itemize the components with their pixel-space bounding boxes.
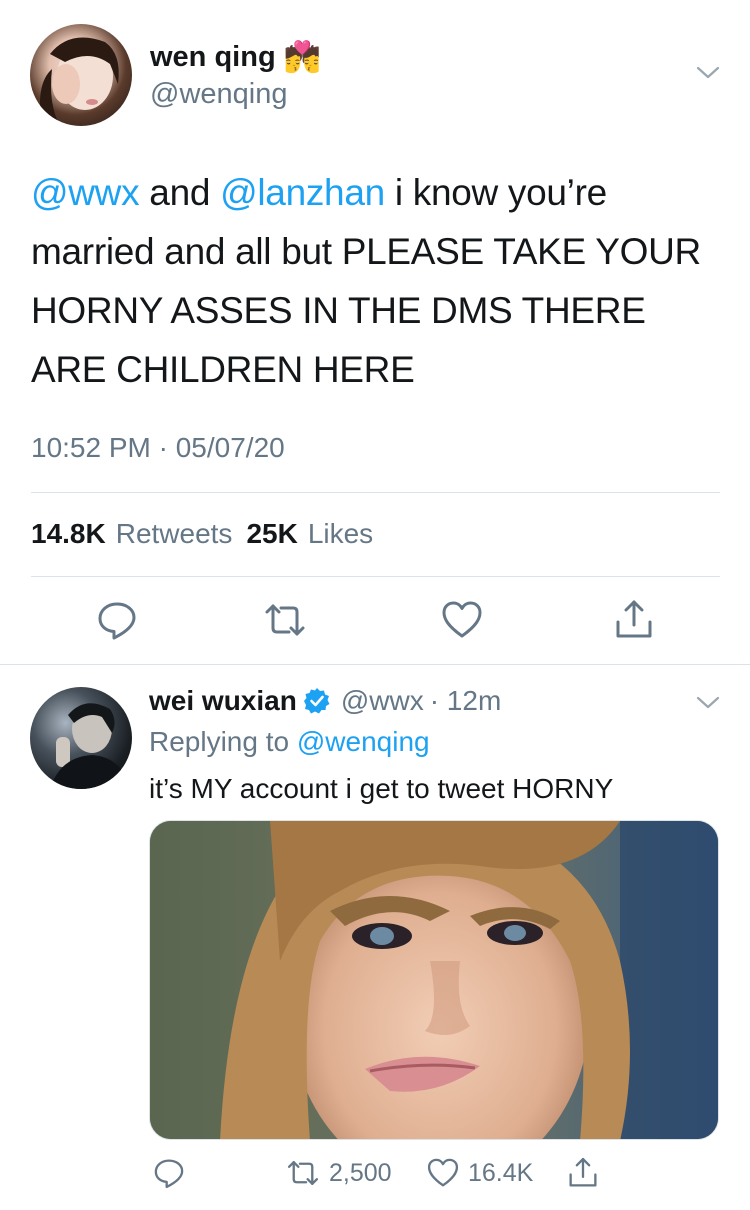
likes-count: 25K [246, 518, 298, 549]
reply-text: it’s MY account i get to tweet HORNY [149, 773, 614, 804]
reply-action-bar: 2,500 16.4K [0, 1152, 750, 1196]
author-handle[interactable]: @wenqing [150, 78, 287, 111]
reply-retweet-action[interactable]: 2,500 [285, 1156, 392, 1190]
reply-header: wei wuxian @wwx · 12m [149, 685, 501, 717]
share-icon [569, 1157, 597, 1187]
section-divider [0, 664, 750, 665]
like-icon[interactable] [440, 598, 484, 642]
reply-share-action[interactable] [566, 1156, 600, 1190]
replying-to-handle[interactable]: @wenqing [297, 726, 430, 757]
chevron-down-icon[interactable] [696, 64, 720, 82]
reply-reply-action[interactable] [152, 1156, 186, 1190]
wei-wuxian-avatar[interactable] [30, 687, 132, 789]
reply-time: · 12m [429, 685, 502, 716]
mention-wwx[interactable]: @wwx [31, 172, 140, 213]
replying-to-prefix: Replying to [149, 726, 290, 757]
reply-icon [154, 1159, 184, 1189]
author-display-name[interactable]: wen qing [150, 41, 276, 74]
retweets-stat[interactable]: 14.8K Retweets [31, 518, 232, 550]
author-name-line: wen qing 💏 [150, 40, 321, 75]
share-icon[interactable] [612, 598, 656, 642]
reply-media-image[interactable] [149, 820, 719, 1140]
chevron-down-icon[interactable] [696, 694, 720, 712]
mention-lanzhan[interactable]: @lanzhan [220, 172, 385, 213]
tweet-text-segment: and [139, 172, 221, 213]
replying-to-line: Replying to @wenqing [149, 726, 430, 758]
tweet-stats: 14.8K Retweets 25K Likes [31, 518, 373, 550]
likes-label: Likes [307, 518, 374, 549]
reply-handle[interactable]: @wwx [341, 685, 424, 717]
reply-retweet-count: 2,500 [329, 1158, 392, 1187]
like-icon [427, 1158, 459, 1187]
retweets-count: 14.8K [31, 518, 106, 549]
reply-display-name[interactable]: wei wuxian [149, 685, 297, 717]
divider [31, 492, 720, 493]
likes-stat[interactable]: 25K Likes [246, 518, 373, 550]
reply-like-action[interactable]: 16.4K [426, 1156, 533, 1190]
kiss-emoji: 💏 [283, 40, 322, 75]
reply-icon[interactable] [95, 598, 139, 642]
retweets-label: Retweets [115, 518, 233, 549]
avatar-photo [39, 37, 119, 126]
divider [31, 576, 720, 577]
reply-like-count: 16.4K [468, 1158, 534, 1187]
tweet-timestamp: 10:52 PM · 05/07/20 [31, 432, 285, 463]
avatar-photo [50, 703, 130, 789]
verified-badge-icon [303, 688, 330, 714]
retweet-icon [287, 1161, 319, 1185]
wen-qing-avatar[interactable] [30, 24, 132, 126]
media-photo [150, 821, 718, 1139]
tweet-text: @wwx and @lanzhan i know you’re married … [31, 163, 711, 399]
retweet-icon[interactable] [263, 598, 307, 642]
